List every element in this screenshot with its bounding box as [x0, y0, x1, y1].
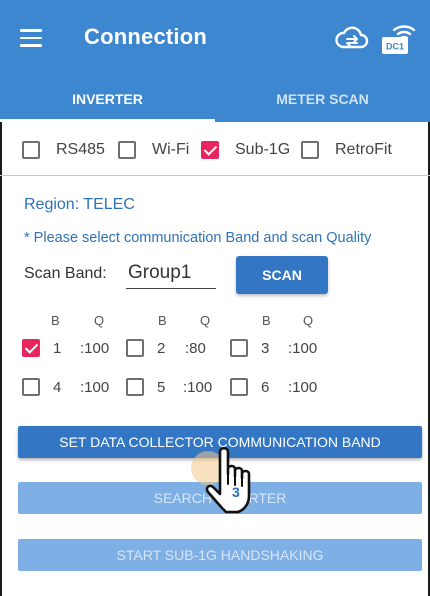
- band-header-q: Q: [303, 313, 314, 328]
- band-header-q: Q: [200, 313, 211, 328]
- band-4-quality: :100: [80, 379, 110, 396]
- band-6-number: 6: [261, 379, 270, 396]
- app-bar: Connection DC1: [0, 0, 430, 78]
- band-selection-note: * Please select communication Band and s…: [24, 230, 372, 246]
- band-6-checkbox[interactable]: [230, 378, 248, 396]
- band-header-b: B: [158, 313, 167, 328]
- cloud-sync-icon[interactable]: [334, 24, 370, 52]
- dc1-wifi-icon[interactable]: DC1: [380, 20, 416, 56]
- band-5-number: 5: [157, 379, 166, 396]
- band-3-checkbox[interactable]: [230, 339, 248, 357]
- band-5-checkbox[interactable]: [126, 378, 144, 396]
- scan-button[interactable]: SCAN: [236, 256, 328, 294]
- sub1g-label: Sub-1G: [235, 141, 291, 158]
- rs485-checkbox[interactable]: [22, 141, 40, 159]
- band-2-number: 2: [157, 340, 166, 357]
- band-5-quality: :100: [183, 379, 213, 396]
- band-4-checkbox[interactable]: [22, 378, 40, 396]
- tab-bar: INVERTER METER SCAN: [0, 78, 430, 122]
- band-header-b: B: [262, 313, 271, 328]
- retrofit-label: RetroFit: [335, 141, 392, 158]
- band-1-number: 1: [53, 340, 62, 357]
- hamburger-menu-icon[interactable]: [20, 29, 42, 47]
- scan-band-field[interactable]: Group1: [126, 259, 216, 289]
- step-number-badge: 3: [232, 484, 240, 500]
- tab-inverter[interactable]: INVERTER: [0, 78, 215, 122]
- page-title: Connection: [84, 24, 207, 49]
- communication-type-row: RS485 Wi-Fi Sub-1G RetroFit: [0, 122, 430, 176]
- wifi-checkbox[interactable]: [118, 141, 136, 159]
- band-4-number: 4: [53, 379, 62, 396]
- wifi-label: Wi-Fi: [152, 141, 190, 158]
- band-header-q: Q: [94, 313, 105, 328]
- sub1g-checkbox[interactable]: [201, 141, 219, 159]
- band-2-checkbox[interactable]: [126, 339, 144, 357]
- retrofit-checkbox[interactable]: [301, 141, 319, 159]
- rs485-label: RS485: [56, 141, 105, 158]
- dc1-badge-text: DC1: [386, 42, 404, 52]
- scan-band-label: Scan Band:: [24, 265, 107, 282]
- band-1-quality: :100: [80, 340, 110, 357]
- band-header-b: B: [51, 313, 60, 328]
- tab-meter-scan[interactable]: METER SCAN: [215, 78, 430, 122]
- band-1-checkbox[interactable]: [22, 339, 40, 357]
- start-handshaking-button[interactable]: START SUB-1G HANDSHAKING: [18, 539, 422, 571]
- region-text: Region: TELEC: [24, 196, 135, 213]
- band-6-quality: :100: [288, 379, 318, 396]
- band-3-quality: :100: [288, 340, 318, 357]
- band-2-quality: :80: [185, 340, 206, 357]
- hand-pointer-icon: [191, 446, 251, 514]
- band-3-number: 3: [261, 340, 270, 357]
